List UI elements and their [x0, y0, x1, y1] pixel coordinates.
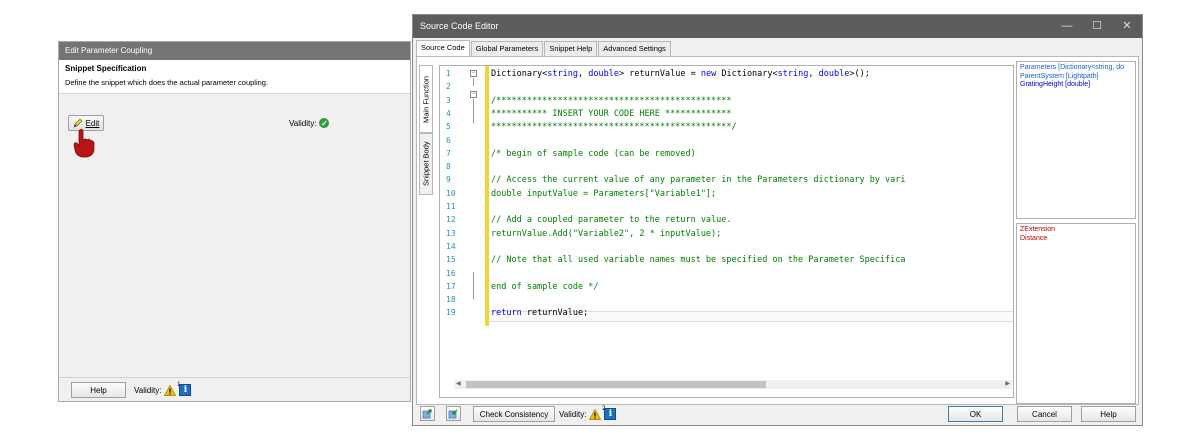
line-number: 9	[446, 175, 451, 185]
scroll-left-icon[interactable]: ◀	[456, 380, 461, 389]
list-item[interactable]: GratingHeight [double]	[1020, 81, 1132, 90]
vtab-snippet-body[interactable]: Snippet Body	[419, 133, 433, 195]
tab-snippet-help[interactable]: Snippet Help	[544, 41, 598, 56]
line-number: 5	[446, 122, 451, 132]
dialog-title: Edit Parameter Coupling	[59, 42, 410, 60]
warning-icon[interactable]: 1	[164, 382, 180, 396]
snippet-header: Snippet Specification Define the snippet…	[59, 60, 410, 94]
line-number: 15	[446, 255, 456, 265]
scrollbar-thumb[interactable]	[466, 381, 766, 388]
list-item[interactable]: ZExtension	[1020, 226, 1132, 235]
code-line[interactable]: /* begin of sample code (can be removed)	[491, 149, 696, 160]
dialog-footer: Help Validity: 1 i	[59, 377, 410, 401]
tab-global-parameters[interactable]: Global Parameters	[470, 41, 544, 56]
code-line[interactable]: // Note that all used variable names mus…	[491, 255, 906, 266]
list-item[interactable]: ParentSystem [Lightpath]	[1020, 73, 1132, 82]
code-editor[interactable]: − − 1 Dictionary<string, double> returnVa…	[439, 65, 1014, 398]
fold-toggle-icon[interactable]: −	[470, 91, 477, 98]
export-icon	[448, 409, 458, 419]
line-number: 18	[446, 295, 456, 305]
import-icon	[422, 409, 432, 419]
validity-label: Validity:	[289, 118, 317, 128]
validity-indicator: Validity: ✓	[289, 118, 330, 128]
line-number: 7	[446, 148, 451, 158]
vtab-main-function[interactable]: Main Function	[419, 65, 433, 133]
close-button[interactable]: ✕	[1112, 15, 1142, 38]
editor-titlebar: Source Code Editor — ☐ ✕	[413, 15, 1142, 38]
list-item[interactable]: Distance	[1020, 235, 1132, 244]
snippet-heading: Snippet Specification	[65, 64, 147, 73]
vertical-tabs: Main Function Snippet Body	[419, 65, 434, 195]
line-number: 12	[446, 215, 456, 225]
check-icon: ✓	[319, 118, 330, 128]
footer-validity: Validity: 1 i	[134, 382, 192, 396]
line-number: 16	[446, 268, 456, 278]
code-line[interactable]: // Add a coupled parameter to the return…	[491, 215, 732, 226]
info-icon[interactable]: i	[179, 384, 192, 396]
fold-guide	[473, 99, 474, 123]
line-number: 4	[446, 108, 451, 118]
horizontal-scrollbar[interactable]: ◀ ▶	[454, 380, 1012, 389]
editor-validity-label: Validity:	[559, 409, 587, 419]
fold-guide	[473, 272, 474, 299]
code-line[interactable]: *********** INSERT YOUR CODE HERE ******…	[491, 109, 732, 120]
ok-button[interactable]: OK	[948, 406, 1003, 422]
editor-validity: Validity: 2 i	[559, 406, 617, 420]
edit-parameter-coupling-dialog: Edit Parameter Coupling Snippet Specific…	[58, 41, 411, 402]
code-line[interactable]: /***************************************…	[491, 96, 732, 107]
footer-validity-label: Validity:	[134, 385, 162, 395]
cancel-button[interactable]: Cancel	[1017, 406, 1072, 422]
snippet-description: Define the snippet which does the actual…	[65, 78, 269, 87]
info-icon[interactable]: i	[604, 408, 617, 420]
change-marker-bar	[485, 66, 489, 326]
import-button[interactable]	[420, 406, 435, 421]
line-number: 14	[446, 241, 456, 251]
maximize-button[interactable]: ☐	[1082, 15, 1112, 38]
fold-guide	[473, 78, 474, 86]
line-number: 6	[446, 135, 451, 145]
tab-source-code[interactable]: Source Code	[416, 40, 470, 57]
code-line[interactable]: return returnValue;	[491, 308, 588, 319]
check-consistency-button[interactable]: Check Consistency	[473, 406, 555, 422]
source-code-panel: Main Function Snippet Body − − 1 Dictiona…	[416, 56, 1139, 405]
line-number: 11	[446, 202, 456, 211]
editor-title: Source Code Editor	[420, 21, 499, 31]
code-line[interactable]: Dictionary<string, double> returnValue =…	[491, 69, 870, 80]
line-number: 19	[446, 308, 456, 318]
warning-count: 1	[177, 381, 181, 388]
warning-icon[interactable]: 2	[589, 406, 605, 420]
edit-label: Edit	[85, 118, 100, 128]
line-number: 8	[446, 162, 451, 172]
pointing-hand-icon	[73, 128, 95, 158]
scroll-right-icon[interactable]: ▶	[1005, 380, 1010, 389]
code-line[interactable]: // Access the current value of any param…	[491, 175, 906, 186]
code-line[interactable]: returnValue.Add("Variable2", 2 * inputVa…	[491, 229, 721, 240]
code-line[interactable]: double inputValue = Parameters["Variable…	[491, 189, 716, 200]
editor-footer: Check Consistency Validity: 2 i OK Cance…	[413, 403, 1142, 425]
export-button[interactable]	[446, 406, 461, 421]
line-number: 17	[446, 281, 456, 291]
help-button[interactable]: Help	[1081, 406, 1136, 422]
parameters-list[interactable]: Parameters [Dictionary<string, do Parent…	[1016, 61, 1136, 219]
line-number: 1	[446, 69, 451, 78]
list-item[interactable]: Parameters [Dictionary<string, do	[1020, 64, 1132, 73]
line-number: 3	[446, 95, 451, 105]
line-number: 10	[446, 188, 456, 198]
outputs-list[interactable]: ZExtension Distance	[1016, 223, 1136, 404]
pencil-icon	[73, 118, 83, 128]
tab-advanced-settings[interactable]: Advanced Settings	[598, 41, 671, 56]
source-code-editor-window: Source Code Editor — ☐ ✕ Source Code Glo…	[412, 14, 1143, 426]
fold-toggle-icon[interactable]: −	[470, 70, 477, 77]
line-number: 13	[446, 228, 456, 238]
line-number: 2	[446, 82, 451, 92]
warning-count: 2	[602, 405, 606, 412]
code-line[interactable]: end of sample code */	[491, 282, 598, 293]
minimize-button[interactable]: —	[1052, 15, 1082, 38]
help-button[interactable]: Help	[71, 382, 126, 398]
code-line[interactable]: ****************************************…	[491, 122, 737, 133]
